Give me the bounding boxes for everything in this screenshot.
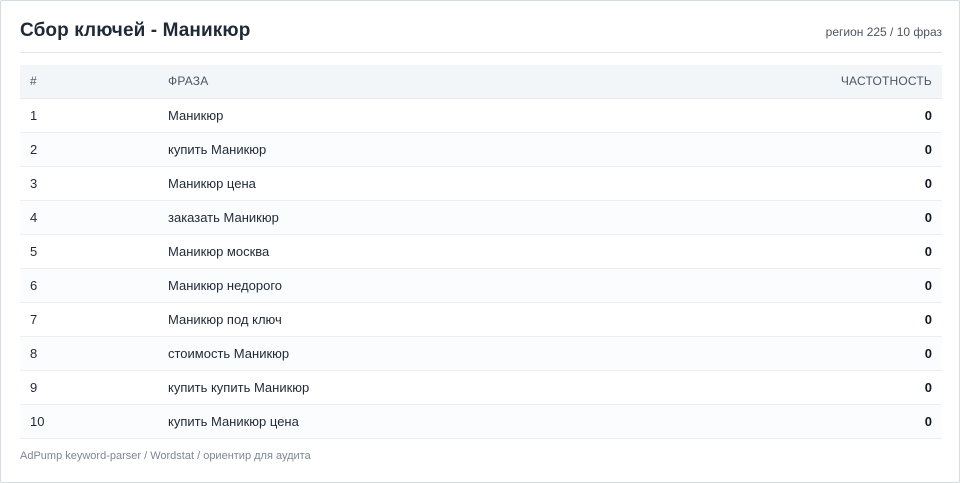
row-frequency: 0 bbox=[619, 336, 942, 371]
row-frequency: 0 bbox=[619, 404, 942, 439]
table-row: 6 Маникюр недорого 0 bbox=[20, 268, 942, 303]
region-phrase-count: регион 225 / 10 фраз bbox=[825, 25, 942, 39]
row-number: 1 bbox=[20, 98, 168, 133]
row-phrase: купить Маникюр цена bbox=[168, 404, 620, 439]
table-row: 5 Маникюр москва 0 bbox=[20, 234, 942, 269]
row-phrase: купить купить Маникюр bbox=[168, 370, 620, 405]
row-number: 5 bbox=[20, 234, 168, 269]
row-number: 6 bbox=[20, 268, 168, 303]
row-phrase: стоимость Маникюр bbox=[168, 336, 620, 371]
table-row: 7 Маникюр под ключ 0 bbox=[20, 302, 942, 337]
row-frequency: 0 bbox=[619, 200, 942, 235]
keywords-card: Сбор ключей - Маникюр регион 225 / 10 фр… bbox=[0, 0, 960, 483]
table-row: 9 купить купить Маникюр 0 bbox=[20, 370, 942, 405]
row-number: 7 bbox=[20, 302, 168, 337]
row-frequency: 0 bbox=[619, 302, 942, 337]
footer-note: AdPump keyword-parser / Wordstat / ориен… bbox=[20, 450, 311, 462]
row-number: 10 bbox=[20, 404, 168, 439]
row-number: 8 bbox=[20, 336, 168, 371]
row-phrase: Маникюр bbox=[168, 98, 620, 133]
keywords-table: # ФРАЗА ЧАСТОТНОСТЬ 1 Маникюр 0 2 купить Ман… bbox=[20, 65, 942, 439]
table-row: 8 стоимость Маникюр 0 bbox=[20, 336, 942, 371]
table-row: 3 Маникюр цена 0 bbox=[20, 166, 942, 201]
row-frequency: 0 bbox=[619, 166, 942, 201]
row-phrase: Маникюр под ключ bbox=[168, 302, 620, 337]
row-number: 9 bbox=[20, 370, 168, 405]
table-row: 4 заказать Маникюр 0 bbox=[20, 200, 942, 235]
column-header-number: # bbox=[20, 65, 168, 99]
column-header-phrase: ФРАЗА bbox=[168, 65, 620, 99]
row-phrase: Маникюр москва bbox=[168, 234, 620, 269]
column-header-frequency: ЧАСТОТНОСТЬ bbox=[619, 65, 942, 99]
row-frequency: 0 bbox=[619, 234, 942, 269]
row-phrase: Маникюр недорого bbox=[168, 268, 620, 303]
row-phrase: заказать Маникюр bbox=[168, 200, 620, 235]
row-frequency: 0 bbox=[619, 268, 942, 303]
row-frequency: 0 bbox=[619, 132, 942, 167]
table-row: 2 купить Маникюр 0 bbox=[20, 132, 942, 167]
table-row: 10 купить Маникюр цена 0 bbox=[20, 404, 942, 439]
page-title: Сбор ключей - Маникюр bbox=[20, 20, 251, 41]
row-frequency: 0 bbox=[619, 98, 942, 133]
table-header-row: # ФРАЗА ЧАСТОТНОСТЬ bbox=[20, 65, 942, 99]
row-frequency: 0 bbox=[619, 370, 942, 405]
row-number: 2 bbox=[20, 132, 168, 167]
row-phrase: купить Маникюр bbox=[168, 132, 620, 167]
row-number: 4 bbox=[20, 200, 168, 235]
row-number: 3 bbox=[20, 166, 168, 201]
row-phrase: Маникюр цена bbox=[168, 166, 620, 201]
card-header: Сбор ключей - Маникюр регион 225 / 10 фр… bbox=[20, 1, 942, 53]
table-row: 1 Маникюр 0 bbox=[20, 98, 942, 133]
